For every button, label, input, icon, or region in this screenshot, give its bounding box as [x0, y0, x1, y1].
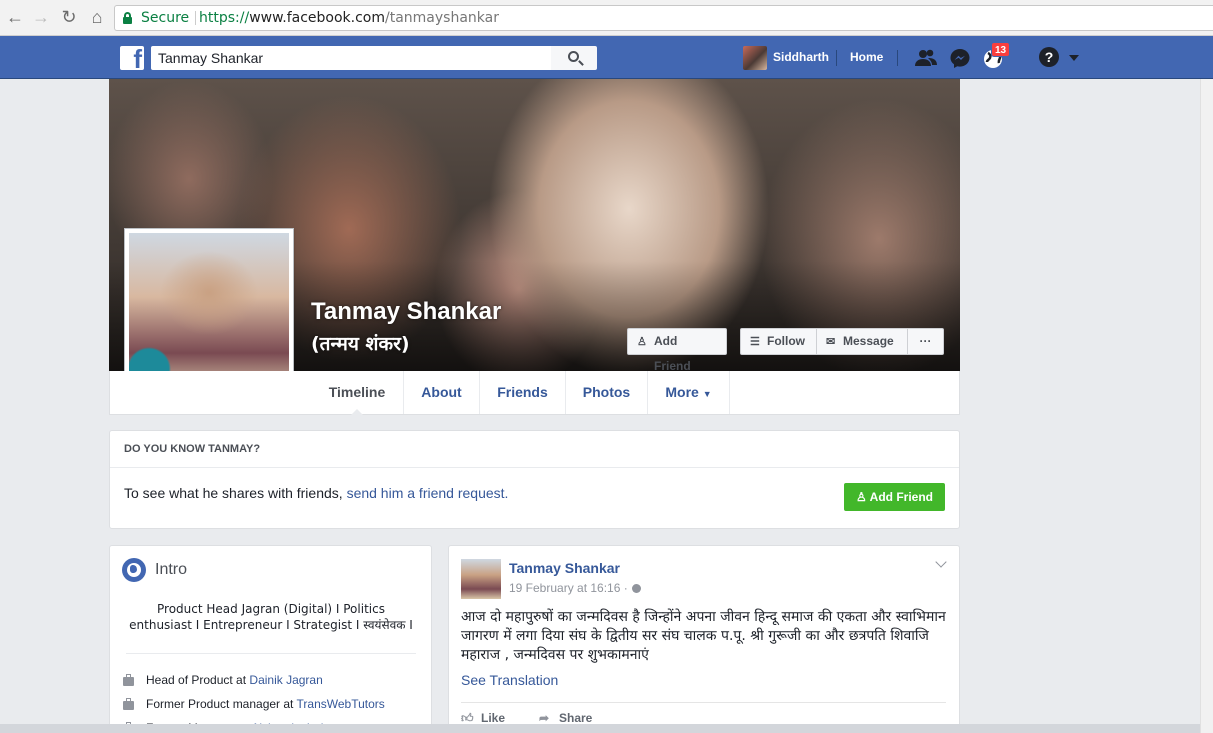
- like-label: Like: [481, 711, 506, 725]
- facebook-header: f: [0, 36, 1213, 79]
- do-you-know-prefix: To see what he shares with friends,: [124, 485, 347, 501]
- see-translation-link[interactable]: See Translation: [461, 672, 558, 688]
- nav-divider: [897, 50, 898, 66]
- post-card: Tanmay Shankar 19 February at 16:16 · आज…: [448, 545, 960, 733]
- notification-count-badge[interactable]: 13: [991, 42, 1011, 57]
- url-text[interactable]: https://www.facebook.com/tanmayshankar: [199, 6, 499, 30]
- intro-bio: Product Head Jagran (Digital) I Politics…: [129, 602, 413, 632]
- help-icon[interactable]: ?: [1039, 47, 1059, 67]
- tab-more-label: More: [665, 384, 699, 400]
- add-friend-label: Add Friend: [654, 334, 691, 373]
- work-item: Head of Product at Dainik Jagran: [146, 673, 323, 687]
- tab-timeline-label: Timeline: [328, 384, 386, 400]
- share-arrow-icon: ➦: [539, 711, 550, 725]
- lock-icon: [123, 12, 132, 24]
- search-button[interactable]: [551, 46, 597, 70]
- add-friend-icon: ♙: [637, 336, 647, 348]
- profile-name[interactable]: Tanmay Shankar: [311, 298, 501, 326]
- audience-globe-icon: [631, 584, 641, 593]
- briefcase-icon: [123, 674, 134, 686]
- post-author-avatar[interactable]: [461, 559, 501, 599]
- briefcase-icon: [123, 698, 134, 710]
- url-host: www.facebook.com: [249, 10, 385, 26]
- tab-about-label: About: [421, 384, 462, 400]
- account-menu-caret-icon[interactable]: [1069, 55, 1079, 61]
- intro-card: Intro Product Head Jagran (Digital) I Po…: [109, 545, 432, 733]
- nav-home-link[interactable]: Home: [850, 50, 883, 64]
- profile-alternate-name: (तन्मय शंकर): [311, 333, 410, 355]
- url-scheme: https://: [199, 10, 250, 26]
- back-icon[interactable]: ←: [4, 6, 26, 28]
- add-friend-green-icon: ♙: [856, 490, 867, 504]
- tab-timeline[interactable]: Timeline: [311, 371, 404, 415]
- search-icon: [568, 51, 579, 62]
- work-prefix: Head of Product at: [146, 673, 250, 687]
- message-label: Message: [843, 334, 894, 348]
- url-path: /tanmayshankar: [385, 10, 499, 26]
- share-button[interactable]: ➦ Share: [539, 711, 592, 725]
- intro-title: Intro: [155, 561, 188, 578]
- messenger-icon[interactable]: [948, 47, 972, 69]
- tab-friends-label: Friends: [497, 384, 548, 400]
- intro-divider: [126, 653, 416, 654]
- work-item: Former Product manager at TransWebTutors: [146, 697, 385, 711]
- friend-requests-icon[interactable]: [914, 47, 938, 69]
- card-divider: [110, 467, 959, 468]
- work-prefix: Former Product manager at: [146, 697, 297, 711]
- post-text: आज दो महापुरुषों का जन्मदिवस है जिन्होंन…: [461, 609, 946, 663]
- avatar[interactable]: [743, 46, 767, 70]
- send-friend-request-link[interactable]: send him a friend request.: [347, 485, 509, 501]
- tab-more[interactable]: More ▼: [648, 371, 730, 414]
- do-you-know-text: To see what he shares with friends, send…: [124, 485, 508, 501]
- message-button[interactable]: ✉ Message: [816, 328, 908, 355]
- post-author-name[interactable]: Tanmay Shankar: [509, 560, 620, 576]
- nav-profile-link[interactable]: Siddharth: [773, 50, 829, 64]
- facebook-logo-icon[interactable]: f: [120, 46, 144, 70]
- work-org-link[interactable]: TransWebTutors: [297, 697, 385, 711]
- forward-icon[interactable]: →: [30, 6, 52, 28]
- post-date: 19 February at 16:16 ·: [509, 581, 628, 595]
- browser-toolbar: ← → ↻ ⌂ Secure https://www.facebook.com/…: [0, 0, 1213, 36]
- nav-divider: [836, 50, 837, 66]
- more-options-button[interactable]: ···: [907, 328, 944, 355]
- reload-icon[interactable]: ↻: [58, 6, 80, 28]
- do-you-know-heading: DO YOU KNOW TANMAY?: [124, 443, 261, 455]
- post-divider: [461, 702, 946, 703]
- post-timestamp[interactable]: 19 February at 16:16 ·: [509, 581, 641, 595]
- search-input[interactable]: [151, 46, 551, 70]
- share-label: Share: [559, 711, 593, 725]
- follow-label: Follow: [767, 334, 805, 348]
- tab-more-caret-icon: ▼: [702, 389, 712, 399]
- tab-photos[interactable]: Photos: [566, 371, 648, 414]
- follow-button[interactable]: ☰ Follow: [740, 328, 817, 355]
- profile-picture-image: [129, 233, 289, 393]
- address-bar[interactable]: Secure https://www.facebook.com/tanmaysh…: [114, 5, 1213, 31]
- messenger-small-icon: ✉: [826, 336, 836, 348]
- profile-tabs: Timeline About Friends Photos More ▼: [109, 371, 960, 415]
- more-options-label: ···: [919, 334, 932, 348]
- work-org-link[interactable]: Dainik Jagran: [249, 673, 322, 687]
- tab-photos-label: Photos: [582, 384, 631, 400]
- home-icon[interactable]: ⌂: [86, 6, 108, 28]
- tab-about[interactable]: About: [404, 371, 480, 414]
- add-friend-green-label: Add Friend: [869, 490, 933, 504]
- address-separator: [195, 11, 196, 25]
- window-bottom-edge: [0, 724, 1200, 733]
- add-friend-green-button[interactable]: ♙ Add Friend: [844, 483, 945, 511]
- page-scrollbar[interactable]: [1200, 79, 1213, 733]
- add-friend-button[interactable]: ♙ Add Friend: [627, 328, 727, 373]
- like-button[interactable]: 👍︎ Like: [461, 711, 505, 725]
- do-you-know-card: DO YOU KNOW TANMAY? To see what he share…: [109, 430, 960, 529]
- intro-globe-icon: [122, 558, 146, 582]
- post-options-chevron-icon[interactable]: [935, 556, 947, 568]
- secure-label: Secure: [141, 10, 190, 26]
- tab-friends[interactable]: Friends: [480, 371, 566, 414]
- follow-rss-icon: ☰: [750, 336, 760, 348]
